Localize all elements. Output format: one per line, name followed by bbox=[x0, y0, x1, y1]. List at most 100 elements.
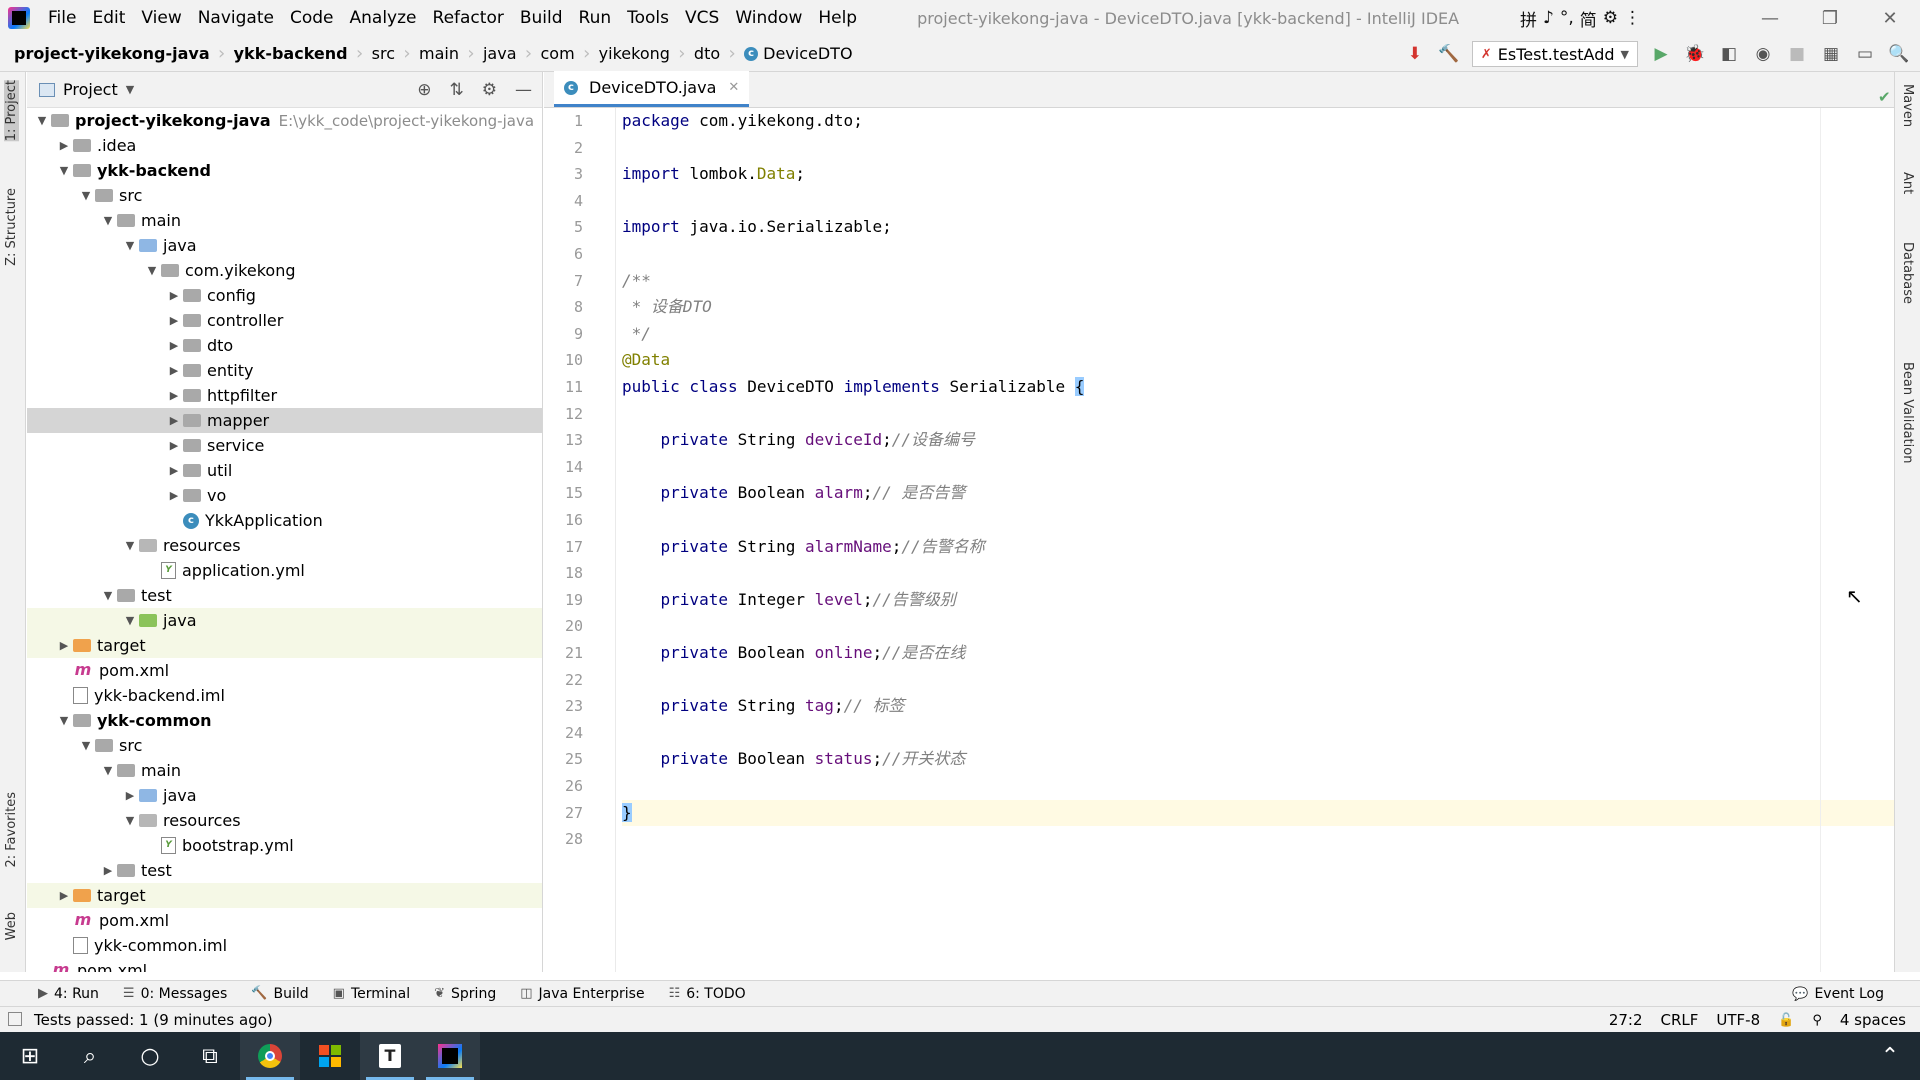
tree-item[interactable]: ▶ dto bbox=[27, 333, 542, 358]
store-icon[interactable] bbox=[300, 1032, 360, 1080]
chevron-right-icon[interactable]: ▶ bbox=[165, 439, 183, 452]
menu-tools[interactable]: Tools bbox=[619, 0, 677, 36]
cortana-icon[interactable]: ○ bbox=[120, 1032, 180, 1080]
stop-icon[interactable]: ■ bbox=[1786, 43, 1808, 65]
task-view-icon[interactable]: ⧉ bbox=[180, 1032, 240, 1080]
update-project-icon[interactable]: ⬇ bbox=[1404, 43, 1426, 65]
collapse-all-icon[interactable]: ⇅ bbox=[450, 80, 464, 100]
editor-tab-devicedto[interactable]: c DeviceDTO.java ✕ bbox=[554, 71, 750, 107]
menu-window[interactable]: Window bbox=[727, 0, 810, 36]
tree-item[interactable]: ▶ java bbox=[27, 783, 542, 808]
build-hammer-icon[interactable]: 🔨 bbox=[1438, 43, 1460, 65]
tree-item[interactable]: ▼ src bbox=[27, 183, 542, 208]
tree-item[interactable]: ▶ service bbox=[27, 433, 542, 458]
code-line[interactable]: private String tag;// 标签 bbox=[622, 693, 905, 719]
layout-icon[interactable]: ▭ bbox=[1854, 43, 1876, 65]
tree-item[interactable]: ▶ util bbox=[27, 458, 542, 483]
chevron-right-icon[interactable]: ▶ bbox=[165, 389, 183, 402]
tree-item[interactable]: ▶ target bbox=[27, 883, 542, 908]
debug-icon[interactable]: 🐞 bbox=[1684, 43, 1706, 65]
tree-item[interactable]: m pom.xml bbox=[27, 658, 542, 683]
code-line[interactable]: public class DeviceDTO implements Serial… bbox=[622, 374, 1085, 400]
chevron-down-icon[interactable]: ▼ bbox=[99, 589, 117, 602]
menu-file[interactable]: File bbox=[40, 0, 84, 36]
ime-glyph[interactable]: ⚙ bbox=[1603, 8, 1618, 28]
tool-window-spring[interactable]: ❦ Spring bbox=[434, 986, 496, 1002]
tree-item[interactable]: ykk-backend.iml bbox=[27, 683, 542, 708]
close-window-button[interactable]: ✕ bbox=[1860, 0, 1920, 36]
tree-item[interactable]: ▼ java bbox=[27, 233, 542, 258]
minimize-button[interactable]: — bbox=[1740, 0, 1800, 36]
structure-tool-button[interactable]: Z: Structure bbox=[4, 188, 19, 266]
search-icon[interactable]: 🔍 bbox=[1888, 43, 1910, 65]
tree-item[interactable]: ▼ project-yikekong-java E:\ykk_code\projec… bbox=[27, 108, 542, 133]
chevron-right-icon[interactable]: ▶ bbox=[55, 139, 73, 152]
menu-view[interactable]: View bbox=[133, 0, 189, 36]
restore-button[interactable]: ❐ bbox=[1800, 0, 1860, 36]
code-line[interactable]: } bbox=[622, 800, 632, 826]
tree-item[interactable]: m pom.xml bbox=[27, 958, 542, 972]
project-panel-title[interactable]: Project bbox=[63, 80, 118, 99]
indent-setting[interactable]: 4 spaces bbox=[1840, 1011, 1906, 1029]
chevron-down-icon[interactable]: ▼ bbox=[77, 189, 95, 202]
profile-icon[interactable]: ◉ bbox=[1752, 43, 1774, 65]
menu-run[interactable]: Run bbox=[571, 0, 620, 36]
chevron-right-icon[interactable]: ▶ bbox=[165, 314, 183, 327]
chevron-right-icon[interactable]: ▶ bbox=[165, 339, 183, 352]
menu-vcs[interactable]: VCS bbox=[677, 0, 727, 36]
tree-item[interactable]: ▼ ykk-common bbox=[27, 708, 542, 733]
chrome-icon[interactable] bbox=[240, 1032, 300, 1080]
chevron-down-icon[interactable]: ▼ bbox=[121, 614, 139, 627]
project-tool-button[interactable]: 1: Project bbox=[4, 80, 19, 142]
lock-icon[interactable]: 🔓 bbox=[1778, 1013, 1794, 1028]
code-line[interactable]: private Integer level;//告警级别 bbox=[622, 587, 956, 613]
tree-item[interactable]: ▶ mapper bbox=[27, 408, 542, 433]
caret-position[interactable]: 27:2 bbox=[1609, 1011, 1643, 1029]
menu-navigate[interactable]: Navigate bbox=[190, 0, 282, 36]
breadcrumb-item[interactable]: src bbox=[372, 44, 395, 63]
chevron-down-icon[interactable]: ▼ bbox=[99, 214, 117, 227]
chevron-right-icon[interactable]: ▶ bbox=[121, 789, 139, 802]
tree-item[interactable]: ▼ src bbox=[27, 733, 542, 758]
bean-validation-tool-button[interactable]: Bean Validation bbox=[1900, 362, 1915, 463]
status-toggle-icon[interactable] bbox=[8, 1012, 22, 1026]
chevron-right-icon[interactable]: ▶ bbox=[99, 864, 117, 877]
intellij-idea-icon[interactable] bbox=[420, 1032, 480, 1080]
tree-item[interactable]: ▶ config bbox=[27, 283, 542, 308]
tree-item[interactable]: ▼ test bbox=[27, 583, 542, 608]
ime-glyph[interactable]: ♪ bbox=[1543, 8, 1554, 28]
breadcrumb-item[interactable]: ykk-backend bbox=[234, 44, 348, 63]
file-encoding[interactable]: UTF-8 bbox=[1716, 1011, 1760, 1029]
chevron-down-icon[interactable]: ▼ bbox=[121, 539, 139, 552]
tree-item[interactable]: ykk-common.iml bbox=[27, 933, 542, 958]
tree-item[interactable]: ▼ main bbox=[27, 208, 542, 233]
breadcrumb-item[interactable]: yikekong bbox=[599, 44, 670, 63]
tool-window-terminal[interactable]: ▣ Terminal bbox=[333, 986, 410, 1002]
tree-item[interactable]: ▶ entity bbox=[27, 358, 542, 383]
chevron-down-icon[interactable]: ▼ bbox=[77, 739, 95, 752]
chevron-right-icon[interactable]: ▶ bbox=[55, 889, 73, 902]
locate-icon[interactable]: ⊕ bbox=[417, 80, 431, 100]
code-line[interactable]: import lombok.Data; bbox=[622, 161, 805, 187]
chevron-right-icon[interactable]: ▶ bbox=[165, 414, 183, 427]
tree-item[interactable]: ▼ resources bbox=[27, 533, 542, 558]
search-icon[interactable]: ⌕ bbox=[60, 1032, 120, 1080]
code-line[interactable]: private String deviceId;//设备编号 bbox=[622, 427, 975, 453]
menu-code[interactable]: Code bbox=[282, 0, 342, 36]
code-line[interactable]: private Boolean online;//是否在线 bbox=[622, 640, 966, 666]
ime-glyph[interactable]: 简 bbox=[1580, 6, 1597, 31]
windows-start-icon[interactable]: ⊞ bbox=[0, 1032, 60, 1080]
tree-item[interactable]: ▶ .idea bbox=[27, 133, 542, 158]
tree-item[interactable]: ▶ controller bbox=[27, 308, 542, 333]
chevron-down-icon[interactable]: ▼ bbox=[121, 814, 139, 827]
chevron-right-icon[interactable]: ▶ bbox=[165, 289, 183, 302]
show-hidden-icons-chevron-icon[interactable]: ⌃ bbox=[1860, 1032, 1920, 1080]
code-line[interactable]: private String alarmName;//告警名称 bbox=[622, 534, 985, 560]
event-log-button[interactable]: 💬 Event Log bbox=[1792, 981, 1884, 1007]
ime-glyph[interactable]: °, bbox=[1560, 8, 1574, 28]
tree-item[interactable]: ▼ ykk-backend bbox=[27, 158, 542, 183]
chevron-down-icon[interactable]: ▼ bbox=[33, 114, 51, 127]
menu-refactor[interactable]: Refactor bbox=[425, 0, 512, 36]
hide-icon[interactable]: — bbox=[515, 80, 532, 100]
chevron-down-icon[interactable]: ▼ bbox=[121, 239, 139, 252]
